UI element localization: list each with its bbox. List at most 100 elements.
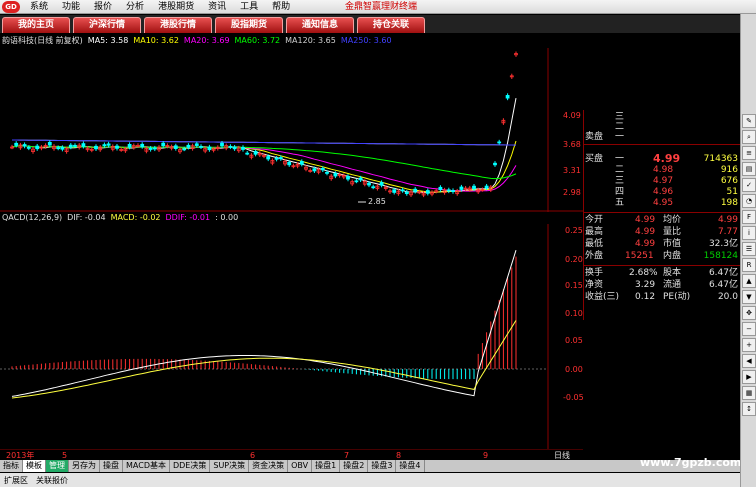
list-icon[interactable]: ☰ <box>742 242 756 256</box>
price-tick-1: 4.09 <box>563 111 581 120</box>
menu-analysis[interactable]: 分析 <box>119 0 151 14</box>
macd-tick-1: 0.25 <box>565 226 583 235</box>
open-value: 4.99 <box>635 215 656 225</box>
high-value: 4.99 <box>635 227 656 237</box>
move-icon[interactable]: ✥ <box>742 306 756 320</box>
tab-positions[interactable]: 持仓关联 <box>357 17 425 33</box>
buy-3-price: 4.97 <box>653 176 674 186</box>
candle-body <box>266 156 271 160</box>
btab-trade[interactable]: 操盘 <box>100 460 123 472</box>
tab-hk[interactable]: 港股行情 <box>144 17 212 33</box>
tick-icon[interactable]: ✓ <box>742 178 756 192</box>
dif-value: DIF: -0.04 <box>67 213 106 222</box>
btab-trade4[interactable]: 操盘4 <box>396 460 425 472</box>
buy-level-5: 五 <box>615 198 625 208</box>
gauge-icon[interactable]: ◔ <box>742 194 756 208</box>
candle-body <box>241 147 245 150</box>
right-toolbar: ✎ ⌕ ≡ ▤ ✓ ◔ Fi ☰ R ▲ ▼ ✥ − + ◀ ▶ ▦ ↕ <box>740 14 756 487</box>
btab-indicator[interactable]: 指标 <box>0 460 23 472</box>
candle-body <box>68 144 73 148</box>
right-icon[interactable]: ▶ <box>742 370 756 384</box>
candle-body <box>354 180 359 183</box>
candle-body <box>173 145 178 149</box>
candle-body <box>194 143 199 146</box>
btab-obv[interactable]: OBV <box>288 460 313 472</box>
buy-book: 买盘一 4.99 714363 二 4.98 916 三 4.97 676 四 4.96 51 … <box>583 153 740 209</box>
tab-home[interactable]: 我的主页 <box>2 17 70 33</box>
candle-body <box>199 145 203 148</box>
date-tick-6: 6 <box>250 451 255 460</box>
candle-body <box>497 141 502 144</box>
candle-body <box>367 182 371 186</box>
menu-system[interactable]: 系统 <box>23 0 55 14</box>
dea-line <box>11 320 517 399</box>
candle-body <box>346 175 350 180</box>
buy-5-price: 4.95 <box>653 198 674 208</box>
status-expand[interactable]: 扩展区 <box>0 475 32 486</box>
btab-fund[interactable]: 资金决策 <box>249 460 289 472</box>
kline-chart[interactable]: 4.09 3.68 3.31 2.98 2.85 <box>0 48 583 212</box>
grid-icon[interactable]: ▦ <box>742 386 756 400</box>
plus-icon[interactable]: + <box>742 338 756 352</box>
chart-icon[interactable]: ▤ <box>742 162 756 176</box>
candle-body <box>312 168 317 172</box>
macd-tick-7: -0.05 <box>563 393 583 402</box>
candle-body <box>26 146 31 149</box>
tab-notices[interactable]: 通知信息 <box>286 17 354 33</box>
info-icon[interactable]: i <box>742 226 756 240</box>
status-linked[interactable]: 关联报价 <box>32 475 72 486</box>
pe-label: PE(动) <box>663 292 691 302</box>
candle-body <box>446 189 451 192</box>
btab-sup[interactable]: SUP决策 <box>210 460 250 472</box>
low-price-marker: 2.85 <box>368 197 386 206</box>
menu-tools[interactable]: 工具 <box>233 0 265 14</box>
down-icon[interactable]: ▼ <box>742 290 756 304</box>
pen-icon[interactable]: ✎ <box>742 114 756 128</box>
menu-quote[interactable]: 报价 <box>87 0 119 14</box>
btab-trade3[interactable]: 操盘3 <box>368 460 397 472</box>
rsi-icon[interactable]: R <box>742 258 756 272</box>
btab-trade2[interactable]: 操盘2 <box>340 460 369 472</box>
sell-label: 卖盘 <box>585 132 604 142</box>
period-label[interactable]: 日线 <box>554 450 570 460</box>
candle-body <box>438 186 443 191</box>
candle-body <box>472 185 476 190</box>
macd-chart[interactable]: 0.25 0.20 0.15 0.10 0.05 0.00 -0.05 <box>0 224 583 449</box>
btab-manage[interactable]: 管理 <box>46 460 69 472</box>
candle-body <box>56 147 61 150</box>
ma-header: 韵语科技(日线 前复权) MA5: 3.58 MA10: 3.62 MA20: … <box>2 35 392 47</box>
menu-hk-futures[interactable]: 港股期货 <box>151 0 201 14</box>
btab-saveas[interactable]: 另存为 <box>69 460 100 472</box>
menu-help[interactable]: 帮助 <box>265 0 297 14</box>
open-label: 今开 <box>585 215 604 225</box>
candle-body <box>161 142 166 147</box>
macd-header: QACD(12,26,9) DIF: -0.04 MACD: -0.02 DDI… <box>2 212 238 224</box>
arrow-icon[interactable]: ↕ <box>742 402 756 416</box>
menu-function[interactable]: 功能 <box>55 0 87 14</box>
date-tick-8: 8 <box>396 451 401 460</box>
lines-icon[interactable]: ≡ <box>742 146 756 160</box>
btab-macd[interactable]: MACD基本 <box>123 460 170 472</box>
btab-dde[interactable]: DDE决策 <box>170 460 211 472</box>
macd-tick-2: 0.20 <box>565 255 583 264</box>
btab-trade1[interactable]: 操盘1 <box>312 460 341 472</box>
tab-shsz[interactable]: 沪深行情 <box>73 17 141 33</box>
up-icon[interactable]: ▲ <box>742 274 756 288</box>
candle-body <box>493 162 497 166</box>
buy-4-vol: 51 <box>726 187 738 197</box>
candle-body <box>484 185 489 189</box>
minus-icon[interactable]: − <box>742 322 756 336</box>
price-tick-4: 2.98 <box>563 188 581 197</box>
candle-body <box>320 168 325 171</box>
f10-icon[interactable]: F <box>742 210 756 224</box>
candle-body <box>253 151 258 155</box>
inner-label: 内盘 <box>663 251 682 261</box>
btab-template[interactable]: 模板 <box>23 460 46 472</box>
candle-body <box>140 143 145 148</box>
candle-body <box>459 186 464 190</box>
tab-index-futures[interactable]: 股指期货 <box>215 17 283 33</box>
zoom-icon[interactable]: ⌕ <box>742 130 756 144</box>
menu-news[interactable]: 资讯 <box>201 0 233 14</box>
left-icon[interactable]: ◀ <box>742 354 756 368</box>
buy-1-vol: 714363 <box>703 154 738 164</box>
